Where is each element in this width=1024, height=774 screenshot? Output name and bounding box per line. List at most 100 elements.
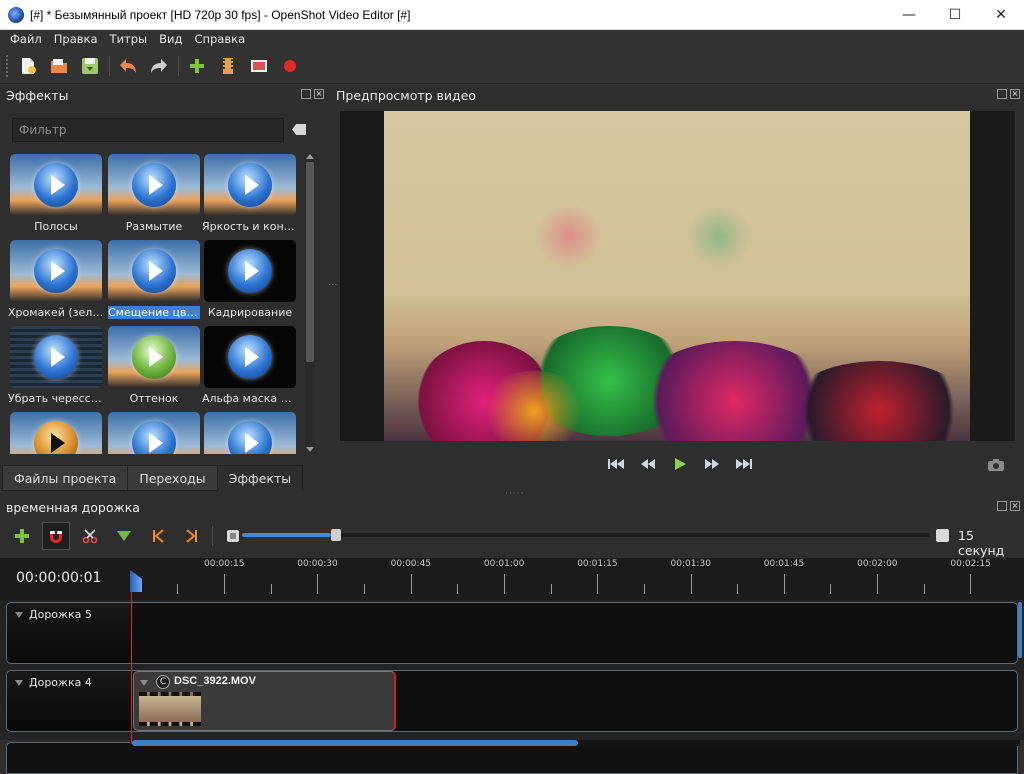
ruler-tick-minor xyxy=(923,584,925,594)
open-project-icon[interactable] xyxy=(47,54,71,78)
effect-item[interactable]: Кадрирование xyxy=(202,240,298,326)
effect-label: Кадрирование xyxy=(207,306,293,319)
close-panel-icon[interactable] xyxy=(1010,501,1020,511)
track-row[interactable]: Дорожка 5 xyxy=(6,602,1018,664)
play-icon xyxy=(132,163,176,207)
undo-icon[interactable] xyxy=(116,54,140,78)
effects-dock-controls xyxy=(301,89,324,99)
ruler-tick-minor xyxy=(830,584,832,594)
scrollbar-thumb[interactable] xyxy=(306,162,314,362)
menu-help[interactable]: Справка xyxy=(188,32,251,46)
main-toolbar xyxy=(0,48,1024,84)
effect-item[interactable]: Оттенок xyxy=(106,326,202,412)
effects-filter-input[interactable]: Фильтр xyxy=(12,118,284,142)
ruler-tick-minor xyxy=(643,584,645,594)
play-icon[interactable] xyxy=(671,457,689,471)
redo-icon[interactable] xyxy=(147,54,171,78)
ruler-tick-minor xyxy=(270,584,272,594)
effect-thumbnail xyxy=(204,154,296,216)
ruler-tick-major xyxy=(224,574,225,594)
clip-menu-icon[interactable] xyxy=(140,680,148,686)
float-panel-icon[interactable] xyxy=(997,501,1007,511)
razor-scissors-icon[interactable] xyxy=(76,522,104,550)
menu-edit[interactable]: Правка xyxy=(48,32,104,46)
ruler-tick-minor xyxy=(550,584,552,594)
menu-file[interactable]: Файл xyxy=(4,32,48,46)
menu-view[interactable]: Вид xyxy=(153,32,188,46)
scrollbar-thumb[interactable] xyxy=(132,740,578,746)
zoom-slider-handle[interactable] xyxy=(331,529,342,541)
maximize-button[interactable]: ☐ xyxy=(932,0,978,30)
timeline-horizontal-scrollbar[interactable] xyxy=(130,740,1020,746)
track-header[interactable]: Дорожка 4 xyxy=(7,671,133,731)
effect-item[interactable]: Смещение цвета xyxy=(106,240,202,326)
timeline-panel-title: временная дорожка xyxy=(6,500,140,515)
zoom-slider[interactable] xyxy=(242,529,930,541)
jump-to-end-icon[interactable] xyxy=(735,457,753,471)
play-icon xyxy=(228,249,272,293)
effect-item[interactable] xyxy=(8,412,104,454)
effect-thumbnail xyxy=(204,240,296,302)
effect-item[interactable]: Яркость и конт... xyxy=(202,154,298,240)
effect-item[interactable]: Размытие xyxy=(106,154,202,240)
minimize-button[interactable]: — xyxy=(886,0,932,30)
track-row[interactable] xyxy=(6,742,1018,774)
play-icon xyxy=(132,335,176,379)
rewind-icon[interactable] xyxy=(639,457,657,471)
video-clip[interactable]: C DSC_3922.MOV xyxy=(133,671,396,731)
ruler-tick-label: 00:02:15 xyxy=(950,559,991,569)
timeline-vertical-scrollbar[interactable] xyxy=(1018,602,1022,658)
record-icon[interactable] xyxy=(278,54,302,78)
effect-thumbnail xyxy=(108,154,200,216)
tab-project-files[interactable]: Файлы проекта xyxy=(2,465,129,491)
tab-effects[interactable]: Эффекты xyxy=(216,465,304,491)
close-button[interactable]: ✕ xyxy=(978,0,1024,30)
clear-filter-icon[interactable] xyxy=(292,124,306,135)
clip-title: DSC_3922.MOV xyxy=(174,675,256,687)
save-project-icon[interactable] xyxy=(78,54,102,78)
effect-item[interactable] xyxy=(202,412,298,454)
toolbar-separator xyxy=(212,526,213,546)
close-panel-icon[interactable] xyxy=(1010,89,1020,99)
playhead-line[interactable] xyxy=(131,592,132,744)
import-files-icon[interactable] xyxy=(185,54,209,78)
track-menu-icon[interactable] xyxy=(15,680,23,686)
ruler-tick-major xyxy=(317,574,319,594)
scroll-up-icon[interactable] xyxy=(306,154,314,159)
horizontal-splitter[interactable]: ····· xyxy=(505,489,524,499)
current-timecode: 00:00:00:01 xyxy=(16,570,102,586)
new-project-icon[interactable] xyxy=(16,54,40,78)
effect-item[interactable]: Убрать чересст... xyxy=(8,326,104,412)
effects-scrollbar[interactable] xyxy=(305,152,315,454)
ruler-tick-minor xyxy=(363,584,365,594)
ruler-tick-label: 00:00:30 xyxy=(297,559,338,569)
effect-item[interactable]: Хромакей (зеле... xyxy=(8,240,104,326)
toolbar-separator xyxy=(109,55,110,76)
video-preview-frame xyxy=(384,111,970,441)
jump-to-start-icon[interactable] xyxy=(607,457,625,471)
add-marker-icon[interactable] xyxy=(110,522,138,550)
effect-item[interactable] xyxy=(106,412,202,454)
effect-item[interactable]: Полосы xyxy=(8,154,104,240)
camera-snapshot-icon[interactable] xyxy=(988,458,1004,474)
export-film-icon[interactable] xyxy=(216,54,240,78)
float-panel-icon[interactable] xyxy=(301,89,311,99)
scroll-down-icon[interactable] xyxy=(306,447,314,452)
toolbar-grip[interactable] xyxy=(6,54,10,77)
effect-item[interactable]: Альфа маска и ... xyxy=(202,326,298,412)
track-menu-icon[interactable] xyxy=(15,612,23,618)
fast-forward-icon[interactable] xyxy=(703,457,721,471)
vertical-splitter[interactable]: ⋮ xyxy=(327,280,337,290)
snapping-magnet-icon[interactable] xyxy=(42,522,70,550)
previous-marker-icon[interactable] xyxy=(144,522,172,550)
openshot-logo-icon xyxy=(8,6,24,23)
float-panel-icon[interactable] xyxy=(997,89,1007,99)
track-header[interactable]: Дорожка 5 xyxy=(7,603,133,663)
close-panel-icon[interactable] xyxy=(314,89,324,99)
menu-titles[interactable]: Титры xyxy=(104,32,154,46)
add-track-icon[interactable] xyxy=(8,522,36,550)
fullscreen-icon[interactable] xyxy=(247,54,271,78)
zoom-checkbox-icon[interactable] xyxy=(936,529,949,542)
next-marker-icon[interactable] xyxy=(178,522,206,550)
tab-transitions[interactable]: Переходы xyxy=(127,465,218,491)
